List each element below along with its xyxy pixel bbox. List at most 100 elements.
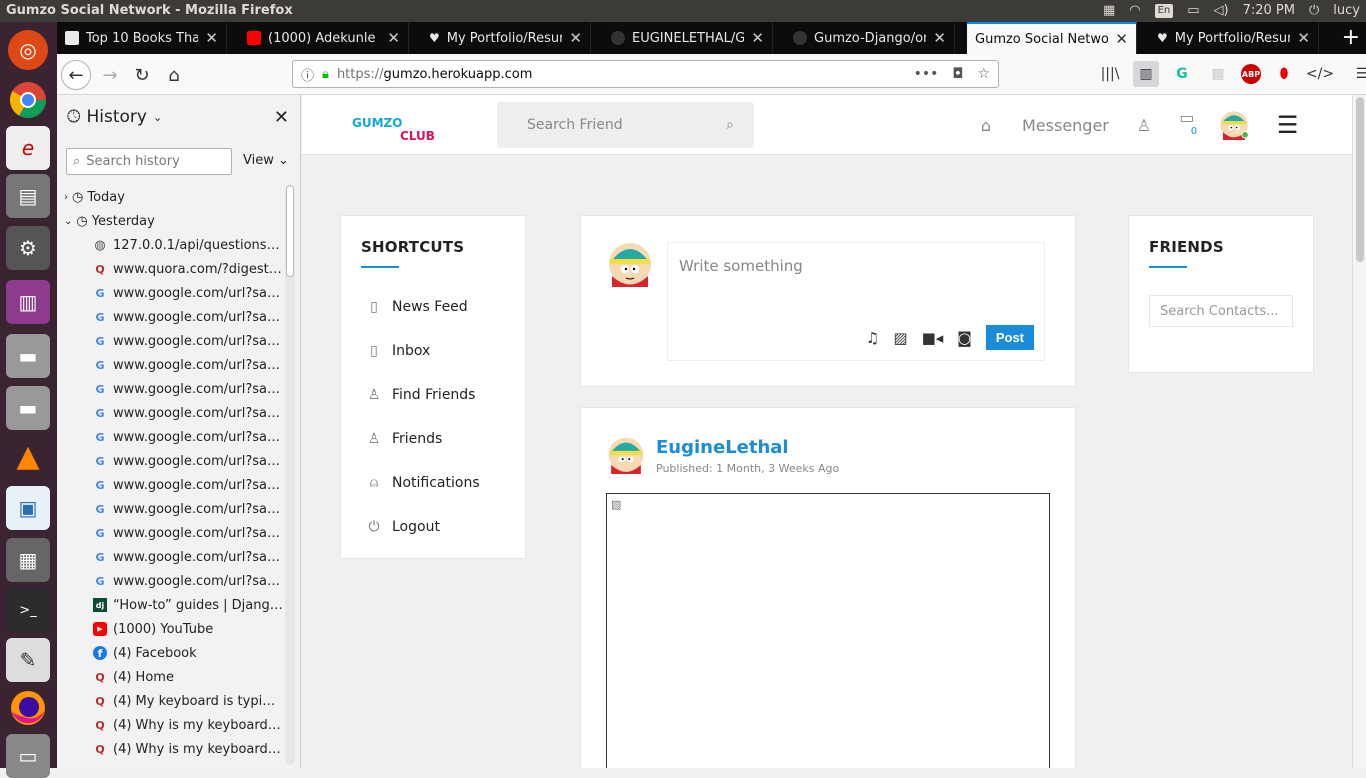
terminal-icon[interactable]: >_ bbox=[6, 588, 50, 632]
system-settings-icon[interactable]: ⚙ bbox=[6, 226, 50, 270]
shortcut-inbox[interactable]: ▯ Inbox bbox=[366, 341, 430, 361]
history-item[interactable]: Gwww.google.com/url?sa=t&r... bbox=[57, 473, 283, 497]
tab[interactable]: ♥ My Portfolio/Resume ✕ bbox=[1149, 22, 1319, 54]
url-text[interactable]: https://gumzo.herokuapp.com bbox=[337, 67, 906, 82]
workspace-icon[interactable]: ▦ bbox=[1103, 0, 1115, 22]
write-something-textarea[interactable]: Write something ♫ ▨ ■◂ ◙ Post bbox=[667, 242, 1045, 361]
shortcut-find-friends[interactable]: ♙ Find Friends bbox=[366, 385, 476, 405]
wifi-icon[interactable]: ◠ bbox=[1129, 0, 1140, 22]
image-icon[interactable]: ▨ bbox=[893, 329, 907, 347]
avatar[interactable] bbox=[607, 436, 645, 474]
history-item[interactable]: Gwww.google.com/url?sa=t&r... bbox=[57, 401, 283, 425]
vlc-icon[interactable]: ▲ bbox=[6, 434, 50, 478]
search-contacts-input[interactable]: Search Contacts... bbox=[1149, 295, 1293, 327]
developer-tools-icon[interactable]: </> bbox=[1306, 61, 1334, 87]
pocket-icon[interactable]: ◘ bbox=[952, 66, 963, 82]
history-group-yesterday[interactable]: ⌄ ◷ Yesterday bbox=[57, 209, 283, 233]
history-item[interactable]: dj “How-to” guides | Django do... bbox=[57, 593, 283, 617]
file-cabinet-icon[interactable]: ▤ bbox=[6, 174, 50, 218]
history-item[interactable]: Gwww.google.com/url?sa=t&r... bbox=[57, 521, 283, 545]
url-bar[interactable]: ⓘ 🔒︎ https://gumzo.herokuapp.com ••• ◘ ☆ bbox=[292, 60, 999, 88]
close-icon[interactable]: ✕ bbox=[751, 29, 764, 47]
page-scrollbar[interactable] bbox=[1352, 95, 1366, 768]
tab-active[interactable]: Gumzo Social Network ✕ bbox=[967, 22, 1137, 54]
sidebar-toggle-icon[interactable]: ▥ bbox=[1133, 61, 1159, 87]
close-sidebar-icon[interactable]: ✕ bbox=[274, 107, 289, 128]
bookmark-star-icon[interactable]: ☆ bbox=[977, 66, 990, 82]
avatar[interactable] bbox=[607, 241, 653, 287]
keyboard-layout-indicator[interactable]: En bbox=[1154, 4, 1174, 18]
history-group-today[interactable]: › ◷ Today bbox=[57, 185, 283, 209]
info-icon[interactable]: ⓘ bbox=[301, 65, 314, 84]
grammarly-icon[interactable]: G bbox=[1169, 61, 1195, 87]
post-image[interactable]: ▧ bbox=[606, 493, 1050, 768]
drive-icon[interactable]: ▬ bbox=[6, 334, 50, 378]
history-item[interactable]: Gwww.google.com/url?sa=t&r... bbox=[57, 329, 283, 353]
history-item[interactable]: f (4) Facebook bbox=[57, 641, 283, 665]
gumzo-logo[interactable]: GUMZO CLUB bbox=[352, 117, 435, 143]
user-avatar[interactable] bbox=[1219, 95, 1249, 155]
home-icon[interactable]: ⌂ bbox=[972, 95, 1000, 155]
sidebar-scrollbar[interactable] bbox=[285, 185, 295, 765]
view-menu-button[interactable]: View ⌄ bbox=[243, 153, 289, 168]
messenger-link[interactable]: Messenger bbox=[1022, 95, 1109, 155]
history-item[interactable]: Q (4) Why is my keyboard not t... bbox=[57, 713, 283, 737]
text-editor-icon[interactable]: e bbox=[6, 126, 50, 170]
shortcut-notifications[interactable]: ⍝ Notifications bbox=[366, 473, 480, 493]
close-icon[interactable]: ✕ bbox=[933, 29, 946, 47]
close-icon[interactable]: ✕ bbox=[569, 29, 582, 47]
firefox-icon[interactable] bbox=[6, 686, 50, 730]
lock-icon[interactable]: 🔒︎ bbox=[322, 67, 329, 82]
profile-icon[interactable]: ♙ bbox=[1133, 95, 1155, 155]
history-item[interactable]: Gwww.google.com/url?sa=t&r... bbox=[57, 425, 283, 449]
history-item[interactable]: Gwww.google.com/url?sa=t&r... bbox=[57, 449, 283, 473]
music-icon[interactable]: ♫ bbox=[866, 329, 879, 347]
volume-icon[interactable]: ◁) bbox=[1214, 0, 1229, 22]
history-item[interactable]: Gwww.google.com/url?sa=t&r... bbox=[57, 497, 283, 521]
close-icon[interactable]: ✕ bbox=[205, 29, 218, 47]
shortcut-logout[interactable]: ⏻ Logout bbox=[366, 517, 439, 537]
document-viewer-icon[interactable]: ▣ bbox=[6, 486, 50, 530]
close-icon[interactable]: ✕ bbox=[1297, 29, 1310, 47]
purple-app-icon[interactable]: ▥ bbox=[6, 280, 50, 324]
history-item[interactable]: Gwww.google.com/url?sa=t&r... bbox=[57, 305, 283, 329]
tab[interactable]: ♥ My Portfolio/Resume ✕ bbox=[421, 22, 591, 54]
history-item[interactable]: ▶ (1000) YouTube bbox=[57, 617, 283, 641]
history-search-input[interactable]: ⌕ Search history bbox=[66, 148, 232, 175]
page-actions-icon[interactable]: ••• bbox=[914, 66, 939, 82]
chevron-down-icon[interactable]: ⌄ bbox=[64, 216, 72, 227]
notepad-icon[interactable]: ✎ bbox=[6, 638, 50, 682]
history-item[interactable]: ◍ 127.0.0.1/api/questions?for... bbox=[57, 233, 283, 257]
chevron-right-icon[interactable]: › bbox=[64, 192, 68, 203]
forward-button[interactable]: → bbox=[95, 60, 125, 90]
history-item[interactable]: Gwww.google.com/url?sa=t&r... bbox=[57, 377, 283, 401]
hamburger-menu-icon[interactable]: ☰ bbox=[1277, 95, 1299, 155]
ubuntu-dash-icon[interactable]: ◎ bbox=[8, 30, 48, 70]
calculator-icon[interactable]: ▦ bbox=[6, 538, 50, 582]
tab[interactable]: Gumzo-Django/one.p ✕ bbox=[785, 22, 955, 54]
shortcut-friends[interactable]: ♙ Friends bbox=[366, 429, 443, 449]
shortcut-news-feed[interactable]: ▯ News Feed bbox=[366, 297, 468, 317]
adblock-plus-icon[interactable]: ABP bbox=[1241, 64, 1261, 84]
camera-icon[interactable]: ◙ bbox=[957, 329, 972, 347]
history-item[interactable]: Q (4) Home bbox=[57, 665, 283, 689]
tab[interactable]: EUGINELETHAL/Gum ✕ bbox=[603, 22, 773, 54]
opera-icon[interactable]: ⬮ bbox=[1271, 61, 1297, 87]
history-item[interactable]: Qwww.quora.com/?digest_sto... bbox=[57, 257, 283, 281]
clock[interactable]: 7:20 PM bbox=[1243, 0, 1295, 22]
history-item[interactable]: Gwww.google.com/url?sa=t&r... bbox=[57, 545, 283, 569]
post-button[interactable]: Post bbox=[985, 325, 1034, 350]
post-author-link[interactable]: EugineLethal bbox=[656, 437, 789, 458]
extension-icon[interactable]: ▩ bbox=[1205, 61, 1231, 87]
reload-button[interactable]: ↻ bbox=[127, 60, 157, 90]
sidebar-title[interactable]: History bbox=[86, 107, 146, 127]
library-icon[interactable]: |||\ bbox=[1097, 61, 1123, 87]
video-camera-icon[interactable]: ■◂ bbox=[922, 329, 944, 347]
search-icon[interactable]: ⌕ bbox=[726, 117, 734, 133]
battery-icon[interactable]: ▭ bbox=[1187, 0, 1199, 22]
hamburger-menu-icon[interactable]: ☰ bbox=[1349, 61, 1366, 87]
history-item[interactable]: Q (4) My keyboard is typing let... bbox=[57, 689, 283, 713]
username[interactable]: lucy bbox=[1333, 0, 1360, 22]
search-friend-input[interactable]: Search Friend ⌕ bbox=[497, 102, 754, 148]
chevron-down-icon[interactable]: ⌄ bbox=[153, 111, 162, 124]
